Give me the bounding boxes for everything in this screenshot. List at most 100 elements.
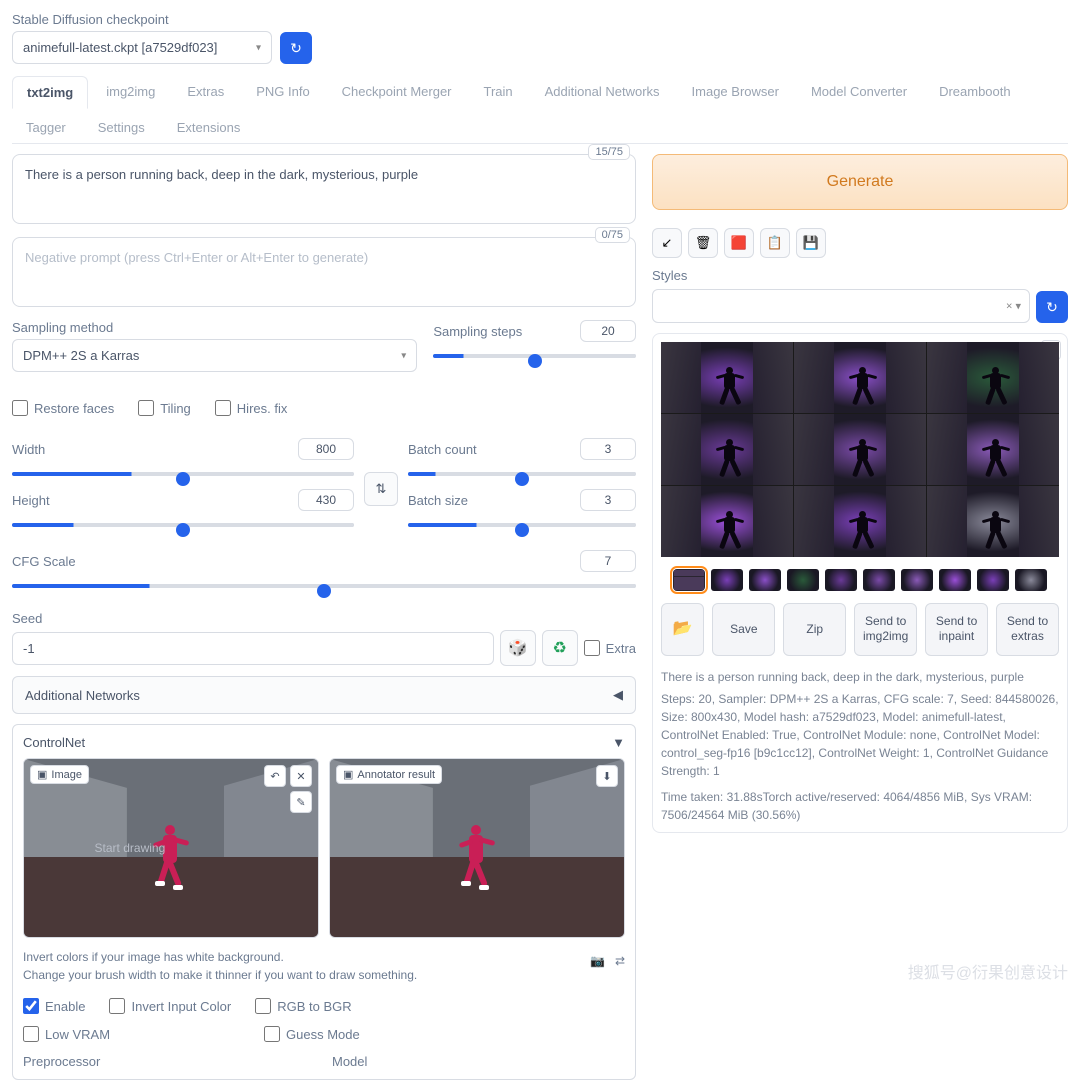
swap-wh-button[interactable]: ⇅ bbox=[364, 472, 398, 506]
arrow-button[interactable]: ↙ bbox=[652, 228, 682, 258]
height-input[interactable] bbox=[298, 489, 354, 511]
cn-enable-check[interactable]: Enable bbox=[23, 998, 85, 1014]
cn-lowvram-check[interactable]: Low VRAM bbox=[23, 1026, 110, 1042]
thumbnail[interactable] bbox=[977, 569, 1009, 591]
tab-image-browser[interactable]: Image Browser bbox=[678, 76, 793, 108]
trash-button[interactable]: 🗑 bbox=[688, 228, 718, 258]
batch-size-input[interactable] bbox=[580, 489, 636, 511]
batch-count-input[interactable] bbox=[580, 438, 636, 460]
tab-extras[interactable]: Extras bbox=[173, 76, 238, 108]
refresh-checkpoint-button[interactable]: ↻ bbox=[280, 32, 312, 64]
tab-extensions[interactable]: Extensions bbox=[163, 112, 255, 143]
cn-rgb-check[interactable]: RGB to BGR bbox=[255, 998, 351, 1014]
sampling-method-label: Sampling method bbox=[12, 320, 113, 335]
tab-tagger[interactable]: Tagger bbox=[12, 112, 80, 143]
download-button[interactable]: ⬇ bbox=[596, 765, 618, 787]
output-image[interactable] bbox=[794, 486, 926, 557]
height-label: Height bbox=[12, 493, 50, 508]
output-image[interactable] bbox=[661, 342, 793, 413]
hires-fix-check[interactable]: Hires. fix bbox=[215, 400, 288, 416]
output-time-line: Time taken: 31.88sTorch active/reserved:… bbox=[661, 788, 1059, 824]
cn-guess-check[interactable]: Guess Mode bbox=[264, 1026, 360, 1042]
output-image[interactable] bbox=[927, 486, 1059, 557]
image-icon: ▣ bbox=[343, 768, 353, 781]
tab-png-info[interactable]: PNG Info bbox=[242, 76, 323, 108]
height-slider[interactable] bbox=[12, 523, 354, 527]
cn-hint-1: Invert colors if your image has white ba… bbox=[23, 948, 417, 966]
generate-button[interactable]: Generate bbox=[652, 154, 1068, 210]
output-image[interactable] bbox=[661, 414, 793, 485]
output-image[interactable] bbox=[927, 342, 1059, 413]
close-button[interactable]: ✕ bbox=[290, 765, 312, 787]
tab-txt2img[interactable]: txt2img bbox=[12, 76, 88, 109]
cfg-input[interactable] bbox=[580, 550, 636, 572]
seed-input[interactable] bbox=[12, 632, 494, 665]
batch-count-label: Batch count bbox=[408, 442, 477, 457]
thumbnail[interactable] bbox=[787, 569, 819, 591]
save-icon-button[interactable]: 💾 bbox=[796, 228, 826, 258]
additional-networks-accordion[interactable]: Additional Networks◀ bbox=[12, 676, 636, 714]
clipboard-button[interactable]: 📋 bbox=[760, 228, 790, 258]
thumbnail[interactable] bbox=[711, 569, 743, 591]
output-image[interactable] bbox=[794, 414, 926, 485]
restore-faces-check[interactable]: Restore faces bbox=[12, 400, 114, 416]
thumbnail[interactable] bbox=[901, 569, 933, 591]
output-params-line: Steps: 20, Sampler: DPM++ 2S a Karras, C… bbox=[661, 690, 1059, 780]
send-img2img-button[interactable]: Send to img2img bbox=[854, 603, 917, 656]
camera-icon[interactable]: 📷 bbox=[590, 952, 605, 970]
tab-additional-networks[interactable]: Additional Networks bbox=[531, 76, 674, 108]
batch-count-slider[interactable] bbox=[408, 472, 636, 476]
tab-checkpoint-merger[interactable]: Checkpoint Merger bbox=[328, 76, 466, 108]
width-slider[interactable] bbox=[12, 472, 354, 476]
cn-hint-2: Change your brush width to make it thinn… bbox=[23, 966, 417, 984]
controlnet-title: ControlNet bbox=[23, 735, 85, 750]
undo-button[interactable]: ↶ bbox=[264, 765, 286, 787]
tiling-check[interactable]: Tiling bbox=[138, 400, 191, 416]
output-image[interactable] bbox=[927, 414, 1059, 485]
controlnet-annotator-output: ▣Annotator result ⬇ bbox=[329, 758, 625, 938]
sampling-steps-slider[interactable] bbox=[433, 354, 636, 358]
swap-icon[interactable]: ⇄ bbox=[615, 952, 625, 970]
sampling-method-select[interactable]: DPM++ 2S a Karras bbox=[12, 339, 417, 372]
tab-settings[interactable]: Settings bbox=[84, 112, 159, 143]
thumbnail[interactable] bbox=[749, 569, 781, 591]
controlnet-image-input[interactable]: ▣Image ↶ ✕ ✎ Start drawing bbox=[23, 758, 319, 938]
sampling-steps-label: Sampling steps bbox=[433, 324, 522, 339]
preprocessor-label: Preprocessor bbox=[23, 1054, 100, 1069]
cfg-slider[interactable] bbox=[12, 584, 636, 588]
zip-button[interactable]: Zip bbox=[783, 603, 846, 656]
thumbnail[interactable] bbox=[939, 569, 971, 591]
random-seed-button[interactable]: 🎲 bbox=[500, 630, 536, 666]
edit-button[interactable]: ✎ bbox=[290, 791, 312, 813]
reuse-seed-button[interactable]: ♻ bbox=[542, 630, 578, 666]
styles-select[interactable]: × ▾ bbox=[652, 289, 1030, 323]
tab-dreambooth[interactable]: Dreambooth bbox=[925, 76, 1025, 108]
tab-train[interactable]: Train bbox=[470, 76, 527, 108]
prompt-input[interactable]: There is a person running back, deep in … bbox=[12, 154, 636, 224]
output-gallery: ✕ 📂 Save Zip Send to img2img Send to inp… bbox=[652, 333, 1068, 833]
send-inpaint-button[interactable]: Send to inpaint bbox=[925, 603, 988, 656]
thumbnail[interactable] bbox=[1015, 569, 1047, 591]
styles-label: Styles bbox=[652, 268, 687, 283]
thumbnail[interactable] bbox=[863, 569, 895, 591]
output-prompt-line: There is a person running back, deep in … bbox=[661, 668, 1059, 686]
output-image[interactable] bbox=[794, 342, 926, 413]
thumbnail[interactable] bbox=[825, 569, 857, 591]
width-input[interactable] bbox=[298, 438, 354, 460]
chevron-down-icon[interactable]: ▼ bbox=[612, 735, 625, 750]
tab-model-converter[interactable]: Model Converter bbox=[797, 76, 921, 108]
open-folder-button[interactable]: 📂 bbox=[661, 603, 704, 656]
negative-prompt-input[interactable] bbox=[12, 237, 636, 307]
output-image[interactable] bbox=[661, 486, 793, 557]
batch-size-slider[interactable] bbox=[408, 523, 636, 527]
send-extras-button[interactable]: Send to extras bbox=[996, 603, 1059, 656]
extra-seed-check[interactable]: Extra bbox=[584, 640, 636, 656]
card-red-button[interactable]: 🟥 bbox=[724, 228, 754, 258]
save-button[interactable]: Save bbox=[712, 603, 775, 656]
checkpoint-select[interactable]: animefull-latest.ckpt [a7529df023] bbox=[12, 31, 272, 64]
thumbnail[interactable] bbox=[673, 569, 705, 591]
sampling-steps-input[interactable] bbox=[580, 320, 636, 342]
tab-img2img[interactable]: img2img bbox=[92, 76, 169, 108]
refresh-styles-button[interactable]: ↻ bbox=[1036, 291, 1068, 323]
cn-invert-check[interactable]: Invert Input Color bbox=[109, 998, 231, 1014]
